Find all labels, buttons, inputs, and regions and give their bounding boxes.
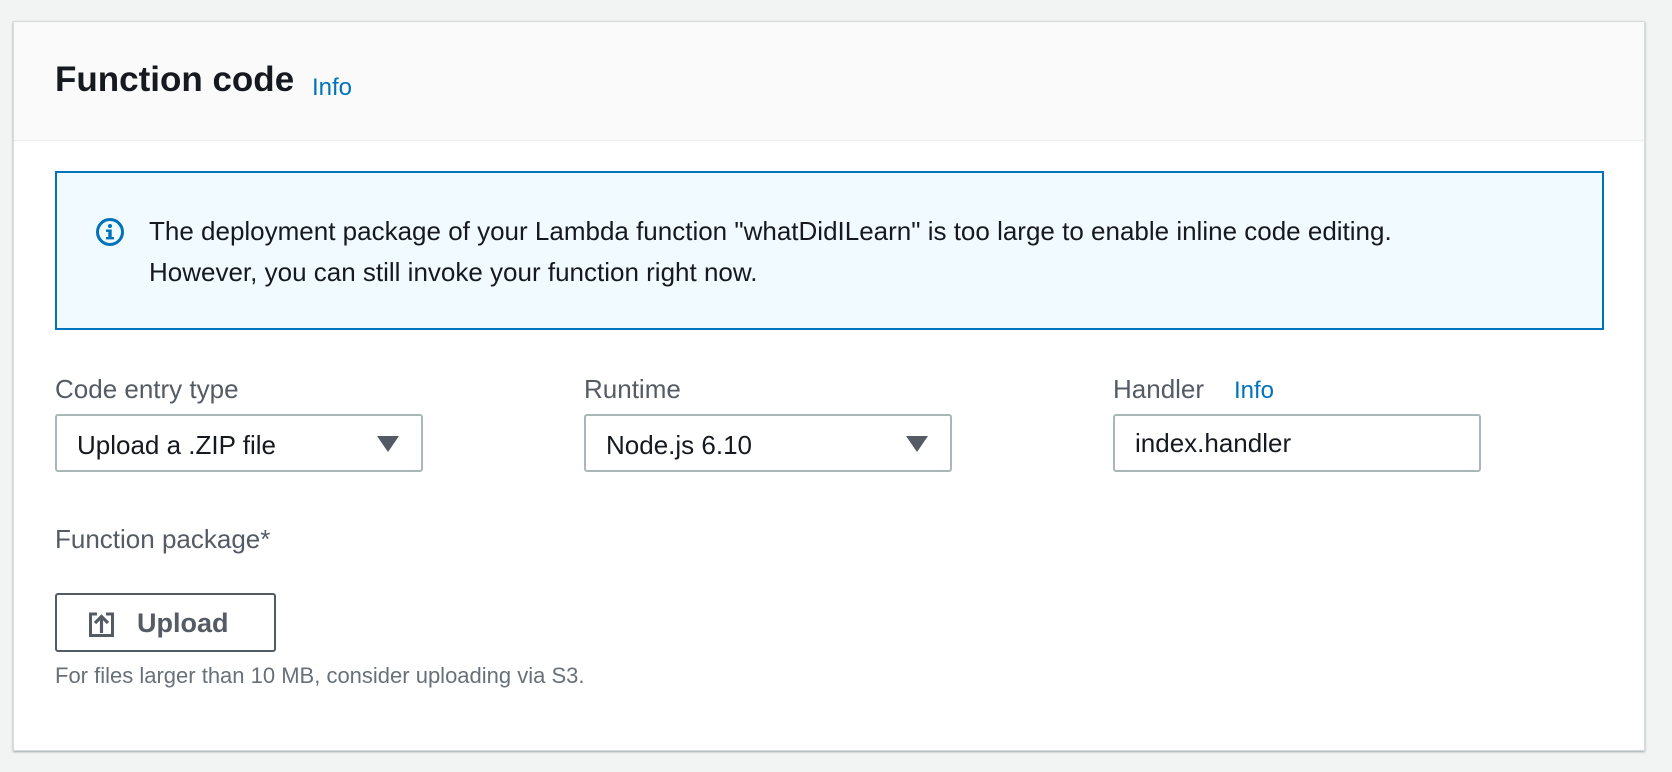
handler-input[interactable] — [1113, 414, 1481, 472]
info-alert: The deployment package of your Lambda fu… — [55, 171, 1604, 330]
handler-info-link[interactable]: Info — [1234, 377, 1274, 405]
upload-icon — [89, 612, 114, 637]
panel-title: Function code — [55, 60, 295, 99]
alert-message-line-2: However, you can still invoke your funct… — [149, 257, 758, 287]
handler-label: Handler — [1113, 374, 1205, 404]
runtime-select[interactable]: Node.js 6.10 — [584, 414, 952, 472]
panel-header: Function code Info — [14, 22, 1644, 141]
info-circle-icon — [96, 218, 124, 246]
upload-hint: For files larger than 10 MB, consider up… — [55, 663, 585, 688]
code-entry-type-label: Code entry type — [55, 374, 239, 404]
upload-button-label: Upload — [137, 608, 229, 638]
alert-message: The deployment package of your Lambda fu… — [149, 211, 1589, 293]
code-entry-type-value: Upload a .ZIP file — [77, 430, 276, 460]
upload-button[interactable]: Upload — [55, 593, 276, 652]
runtime-label: Runtime — [584, 374, 681, 404]
dropdown-caret-icon — [906, 436, 928, 452]
alert-message-line-1: The deployment package of your Lambda fu… — [149, 216, 1392, 246]
panel-info-link[interactable]: Info — [312, 74, 352, 102]
dropdown-caret-icon — [377, 436, 399, 452]
code-entry-type-select[interactable]: Upload a .ZIP file — [55, 414, 423, 472]
runtime-value: Node.js 6.10 — [606, 430, 752, 460]
function-code-panel: Function code Info The deployment packag… — [13, 21, 1645, 751]
function-package-label: Function package* — [55, 524, 271, 554]
